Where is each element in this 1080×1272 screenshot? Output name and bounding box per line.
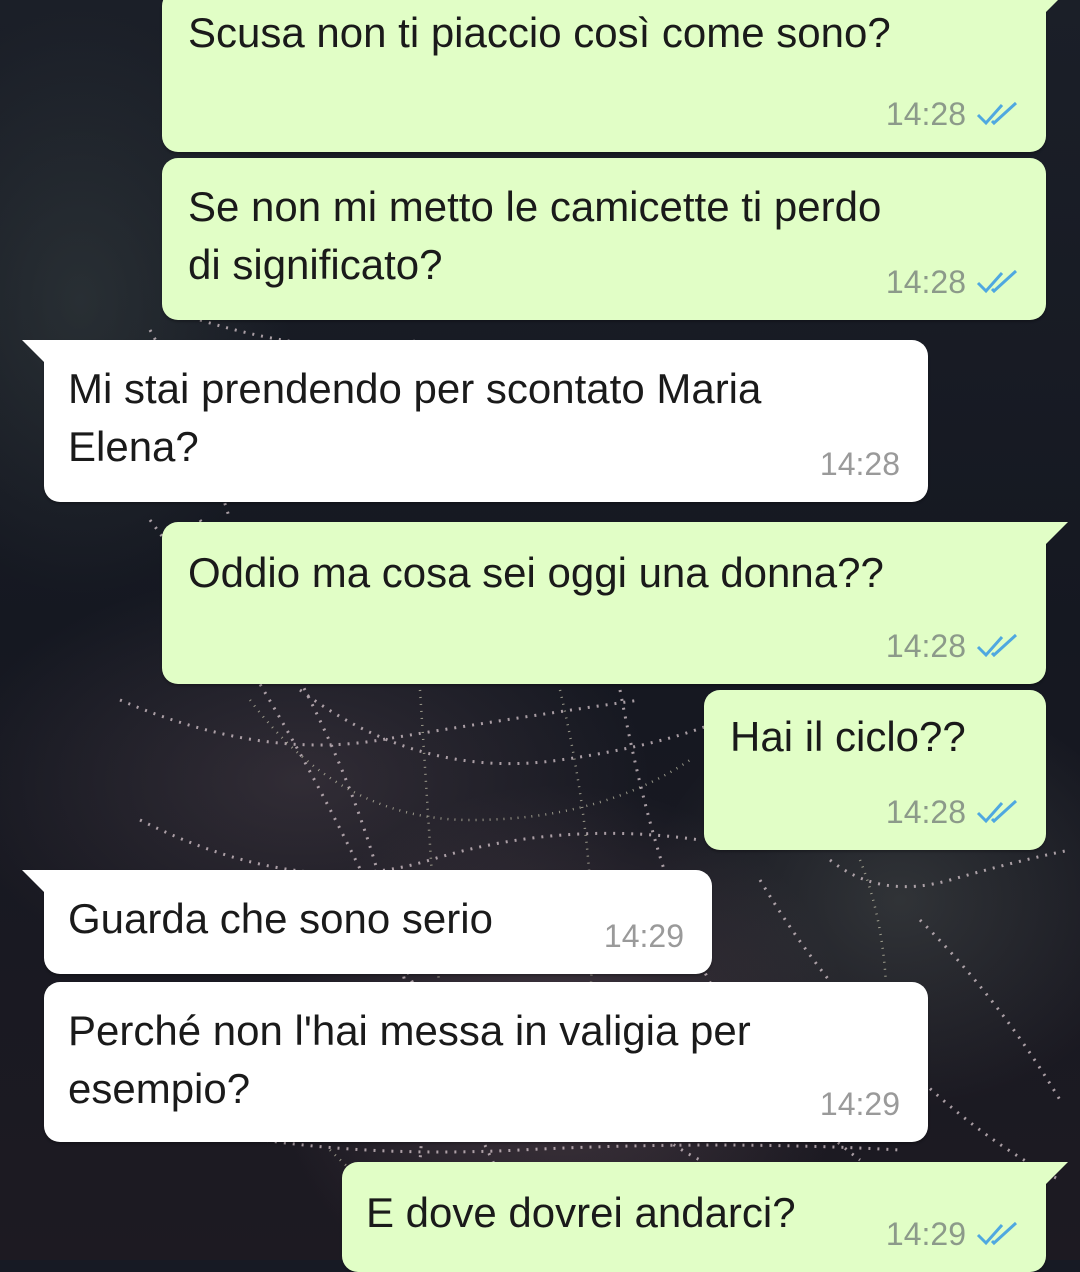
- message-bubble-incoming[interactable]: Perché non l'hai messa in valigia per es…: [44, 982, 928, 1142]
- message-meta: 14:28: [886, 266, 1020, 298]
- message-text: Se non mi metto le camicette ti perdo di…: [188, 183, 882, 288]
- message-text: Oddio ma cosa sei oggi una donna??: [188, 549, 884, 596]
- message-text: E dove dovrei andarci?: [366, 1189, 796, 1236]
- bubble-tail: [1046, 0, 1068, 12]
- double-check-read-icon: [976, 269, 1020, 295]
- message-bubble-outgoing[interactable]: Scusa non ti piaccio così come sono? 14:…: [162, 0, 1068, 152]
- message-time: 14:28: [885, 628, 966, 664]
- double-check-read-icon: [976, 1221, 1020, 1247]
- message-text: Guarda che sono serio: [68, 895, 493, 942]
- message-bubble-outgoing[interactable]: E dove dovrei andarci? 14:29: [342, 1162, 1068, 1272]
- message-time: 14:28: [885, 96, 966, 132]
- bubble-tail: [1046, 522, 1068, 544]
- message-bubble-outgoing[interactable]: Hai il ciclo?? 14:28: [704, 690, 1046, 850]
- message-meta: 14:29: [604, 920, 684, 952]
- message-meta: 14:28: [886, 98, 1020, 130]
- message-text: Mi stai prendendo per scontato Maria Ele…: [68, 365, 762, 470]
- message-meta: 14:29: [886, 1218, 1020, 1250]
- bubble-tail: [22, 340, 44, 362]
- message-time: 14:29: [603, 918, 684, 954]
- bubble-tail: [22, 870, 44, 892]
- message-time: 14:28: [885, 794, 966, 830]
- double-check-read-icon: [976, 633, 1020, 659]
- message-time: 14:29: [885, 1216, 966, 1252]
- message-bubble-incoming[interactable]: Guarda che sono serio 14:29: [22, 870, 712, 974]
- double-check-read-icon: [976, 101, 1020, 127]
- bubble-tail: [1046, 1162, 1068, 1184]
- message-time: 14:28: [819, 446, 900, 482]
- message-meta: 14:29: [820, 1088, 900, 1120]
- message-bubble-incoming[interactable]: Mi stai prendendo per scontato Maria Ele…: [22, 340, 928, 502]
- message-meta: 14:28: [886, 630, 1020, 662]
- message-meta: 14:28: [820, 448, 900, 480]
- double-check-read-icon: [976, 799, 1020, 825]
- message-text: Perché non l'hai messa in valigia per es…: [68, 1007, 751, 1112]
- message-meta: 14:28: [886, 796, 1020, 828]
- message-text: Scusa non ti piaccio così come sono?: [188, 9, 891, 56]
- message-text: Hai il ciclo??: [730, 713, 966, 760]
- message-time: 14:29: [819, 1086, 900, 1122]
- message-bubble-outgoing[interactable]: Oddio ma cosa sei oggi una donna?? 14:28: [162, 522, 1068, 684]
- message-bubble-outgoing[interactable]: Se non mi metto le camicette ti perdo di…: [162, 158, 1046, 320]
- message-time: 14:28: [885, 264, 966, 300]
